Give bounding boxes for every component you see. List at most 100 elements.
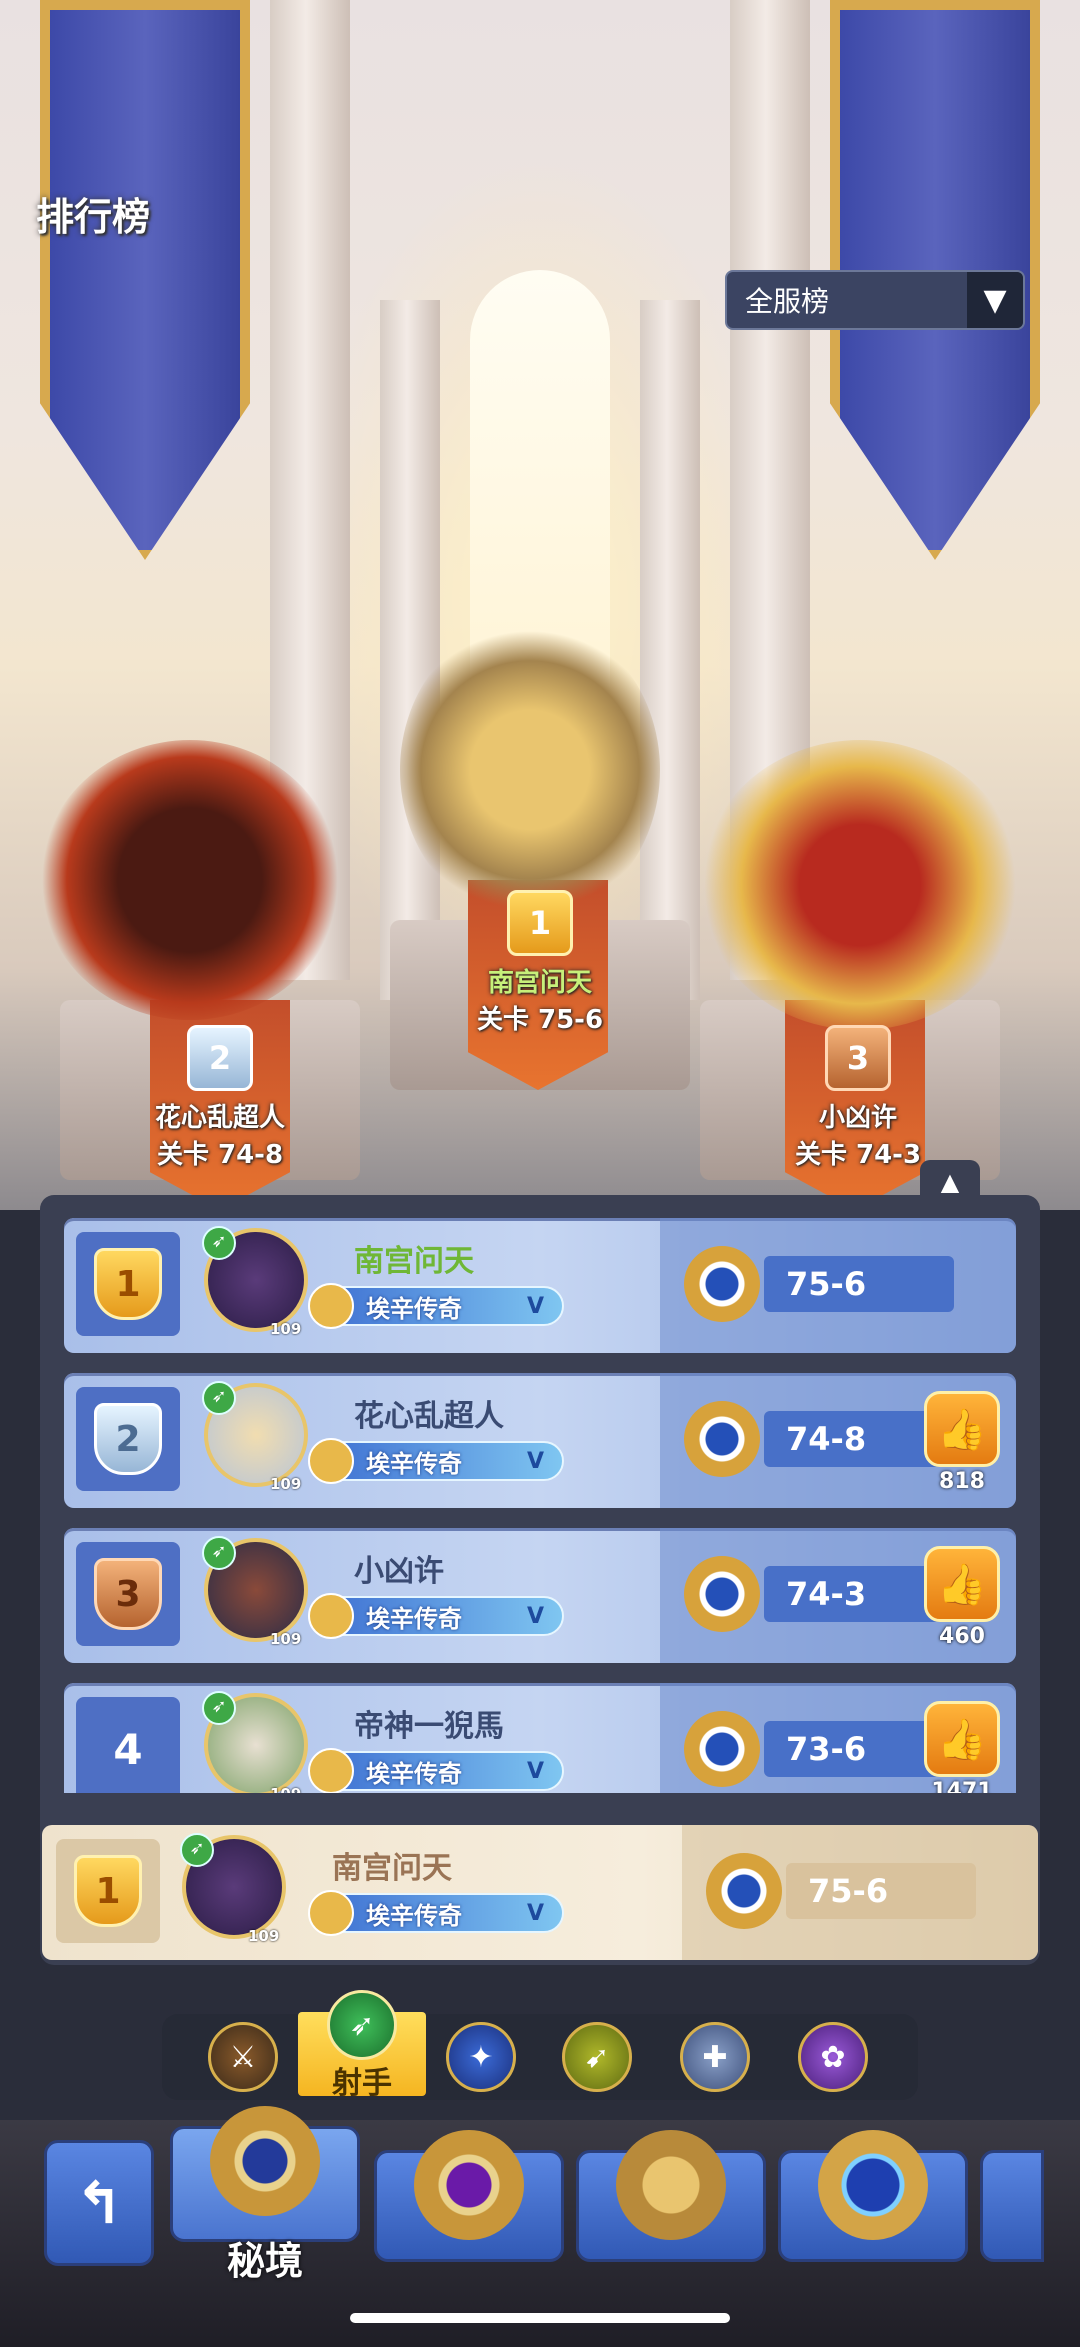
- ranking-row[interactable]: 2 ➶ 109 花心乱超人 埃辛传奇 V 74-8 👍 818: [64, 1373, 1016, 1508]
- like-count: 818: [939, 1469, 985, 1494]
- hero-rank3-figure[interactable]: [700, 740, 1020, 1030]
- guild-tag[interactable]: 埃辛传奇 V: [308, 1593, 564, 1639]
- thumbs-up-icon[interactable]: 👍: [924, 1391, 1000, 1467]
- archer-class-icon: ➶: [202, 1381, 236, 1415]
- player-name: 小凶许: [354, 1554, 444, 1589]
- star-emblem-icon: [818, 2130, 928, 2240]
- stage-value: 75-6: [764, 1256, 954, 1312]
- rank-number: 4: [113, 1724, 143, 1774]
- dark-eye-emblem-icon: [414, 2130, 524, 2240]
- stage-emblem-icon: [684, 1556, 760, 1632]
- left-banner: [40, 0, 250, 560]
- guild-emblem-icon: [308, 1890, 354, 1936]
- guild-name: 埃辛传奇: [366, 1449, 462, 1478]
- rank-cell: 1: [76, 1232, 180, 1336]
- guild-emblem-icon: [308, 1593, 354, 1639]
- stage-value: 75-6: [786, 1863, 976, 1919]
- avatar[interactable]: ➶ 109: [202, 1691, 308, 1793]
- podium-rank3: 3 小凶许 关卡 74-3: [748, 1025, 968, 1171]
- podium-rank1: 1 南宫问天 关卡 75-6: [430, 890, 650, 1036]
- archer-icon[interactable]: ➶: [327, 1990, 397, 2060]
- chevron-down-icon[interactable]: ▼: [967, 272, 1023, 328]
- rank-1-badge: 1: [94, 1248, 162, 1320]
- hero-rank1-figure[interactable]: [400, 620, 660, 920]
- support-icon[interactable]: ✚: [680, 2022, 750, 2092]
- archer-class-icon: ➶: [202, 1536, 236, 1570]
- hero-rank2-figure[interactable]: [40, 740, 340, 1020]
- guild-tier: V: [526, 1448, 544, 1474]
- podium-stage: 关卡 74-8: [156, 1140, 284, 1170]
- guild-name: 埃辛传奇: [366, 1901, 462, 1930]
- avatar[interactable]: ➶ 109: [180, 1833, 286, 1945]
- guild-tag[interactable]: 埃辛传奇 V: [308, 1283, 564, 1329]
- guild-name: 埃辛传奇: [366, 1294, 462, 1323]
- rank-1-badge: 1: [507, 890, 573, 956]
- home-indicator[interactable]: [350, 2313, 730, 2323]
- guild-tag[interactable]: 埃辛传奇 V: [308, 1890, 564, 1936]
- player-name: 帝神一猊馬: [354, 1709, 504, 1744]
- ranking-list[interactable]: 1 ➶ 109 南宫问天 埃辛传奇 V 75-6 2 ➶ 109 花心乱超人 埃…: [64, 1218, 1016, 1793]
- guild-tier: V: [526, 1758, 544, 1784]
- avatar[interactable]: ➶ 109: [202, 1381, 308, 1493]
- thumbs-up-icon[interactable]: 👍: [924, 1701, 1000, 1777]
- ranking-row[interactable]: 3 ➶ 109 小凶许 埃辛传奇 V 74-3 👍 460: [64, 1528, 1016, 1663]
- podium-name: 花心乱超人: [154, 1103, 285, 1133]
- player-name: 花心乱超人: [354, 1399, 504, 1434]
- self-ranking-row[interactable]: 1 ➶ 109 南宫问天 埃辛传奇 V 75-6: [42, 1825, 1038, 1960]
- archer-class-icon: ➶: [180, 1833, 214, 1867]
- guild-tier: V: [526, 1900, 544, 1926]
- archer-class-icon: ➶: [202, 1691, 236, 1725]
- rank-3-badge: 3: [825, 1025, 891, 1091]
- ranking-row[interactable]: 4 ➶ 109 帝神一猊馬 埃辛传奇 V 73-6 👍 1471: [64, 1683, 1016, 1793]
- ranking-row[interactable]: 1 ➶ 109 南宫问天 埃辛传奇 V 75-6: [64, 1218, 1016, 1353]
- stage-emblem-icon: [706, 1853, 782, 1929]
- guild-name: 埃辛传奇: [366, 1759, 462, 1788]
- class-tab-label[interactable]: 射手: [298, 2058, 426, 2102]
- guild-tag[interactable]: 埃辛传奇 V: [308, 1748, 564, 1793]
- warrior-icon[interactable]: ⚔: [208, 2022, 278, 2092]
- thumbs-up-icon[interactable]: 👍: [924, 1546, 1000, 1622]
- assassin-icon[interactable]: ➹: [562, 2022, 632, 2092]
- rank-cell: 1: [56, 1839, 160, 1943]
- avatar[interactable]: ➶ 109: [202, 1226, 308, 1338]
- server-scope-dropdown[interactable]: 全服榜 ▼: [725, 270, 1025, 330]
- guild-tier: V: [526, 1293, 544, 1319]
- like-count: 460: [939, 1624, 985, 1649]
- summoner-icon[interactable]: ✿: [798, 2022, 868, 2092]
- player-name: 南宫问天: [354, 1244, 474, 1279]
- rank-3-badge: 3: [94, 1558, 162, 1630]
- player-level: 109: [270, 1475, 302, 1493]
- avatar[interactable]: ➶ 109: [202, 1536, 308, 1648]
- podium-name: 南宫问天: [487, 968, 592, 998]
- nav-more[interactable]: [980, 2150, 1044, 2262]
- back-arrow-icon[interactable]: ↰: [44, 2140, 154, 2266]
- stage-emblem-icon: [684, 1711, 760, 1787]
- podium-stage: 关卡 75-6: [476, 1005, 604, 1035]
- guild-tag[interactable]: 埃辛传奇 V: [308, 1438, 564, 1484]
- player-level: 109: [248, 1927, 280, 1945]
- rank-cell: 3: [76, 1542, 180, 1646]
- guild-name: 埃辛传奇: [366, 1604, 462, 1633]
- rank-2-badge: 2: [187, 1025, 253, 1091]
- secret-realm-emblem-icon: [210, 2106, 320, 2216]
- mage-icon[interactable]: ✦: [446, 2022, 516, 2092]
- podium-rank2: 2 花心乱超人 关卡 74-8: [110, 1025, 330, 1171]
- rank-cell: 2: [76, 1387, 180, 1491]
- like-count: 1471: [931, 1779, 993, 1793]
- server-scope-value: 全服榜: [745, 285, 830, 318]
- player-name: 南宫问天: [332, 1851, 452, 1886]
- rank-2-badge: 2: [94, 1403, 162, 1475]
- archer-class-icon: ➶: [202, 1226, 236, 1260]
- guild-emblem-icon: [308, 1748, 354, 1793]
- guild-emblem-icon: [308, 1283, 354, 1329]
- rank-1-badge: 1: [74, 1855, 142, 1927]
- player-level: 109: [270, 1785, 301, 1793]
- guild-tier: V: [526, 1603, 544, 1629]
- guild-emblem-icon: [308, 1438, 354, 1484]
- collapse-panel-button[interactable]: ▲: [920, 1160, 980, 1200]
- podium-name: 小凶许: [818, 1103, 897, 1133]
- page-title: 排行榜: [36, 195, 151, 239]
- player-level: 109: [270, 1630, 302, 1648]
- rank-cell: 4: [76, 1697, 180, 1793]
- crown-emblem-icon: [616, 2130, 726, 2240]
